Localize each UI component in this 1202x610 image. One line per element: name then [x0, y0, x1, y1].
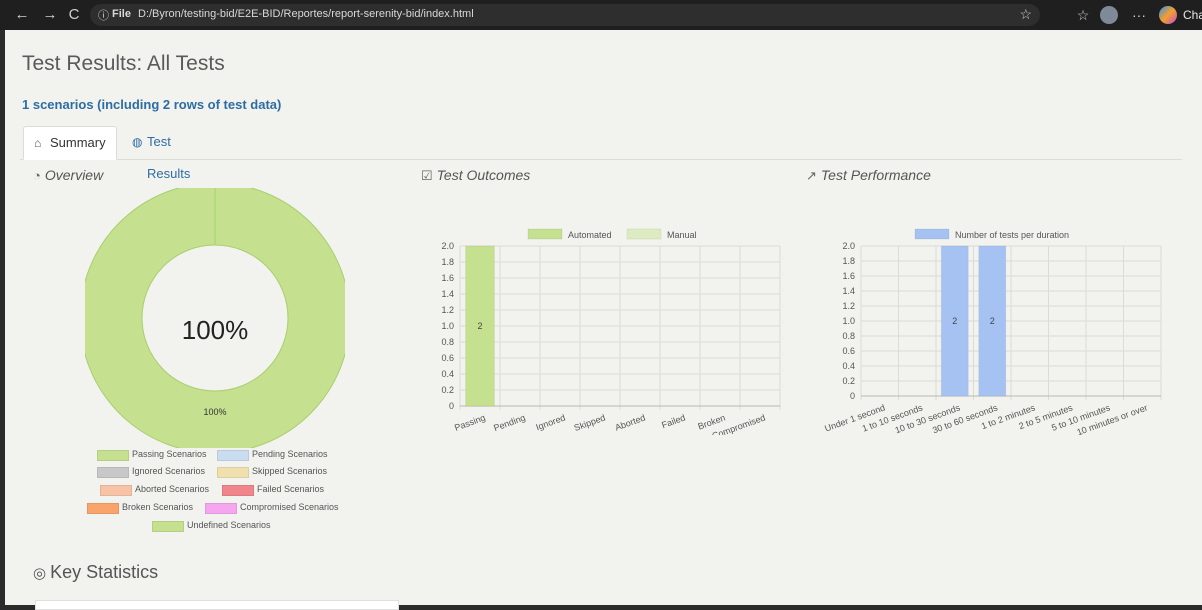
legend-ignored[interactable]: Ignored Scenarios	[132, 466, 205, 476]
legend-label-1[interactable]: Manual	[667, 230, 697, 240]
legend-swatch-pending	[217, 450, 249, 461]
scenario-summary: 1 scenarios (including 2 rows of test da…	[22, 97, 282, 112]
y-tick-label: 0.6	[842, 346, 855, 356]
legend-label-0[interactable]: Number of tests per duration	[955, 230, 1069, 240]
chat-label[interactable]: Chat	[1183, 8, 1202, 22]
page-title: Test Results: All Tests	[22, 52, 225, 75]
legend-swatch-0[interactable]	[527, 228, 563, 240]
checkbox-icon: ☑	[421, 168, 433, 183]
legend-undefined[interactable]: Undefined Scenarios	[187, 520, 271, 530]
report-page: Test Results: All Tests 1 scenarios (inc…	[5, 30, 1202, 610]
star-icon[interactable]: ☆	[1019, 6, 1032, 23]
address-url[interactable]: D:/Byron/testing-bid/E2E-BID/Reportes/re…	[138, 8, 474, 20]
y-tick-label: 0.4	[842, 361, 855, 371]
performance-heading-text: Test Performance	[820, 167, 931, 183]
y-tick-label: 0.8	[842, 331, 855, 341]
tab-summary-label: Summary	[50, 135, 106, 150]
y-tick-label: 2.0	[441, 241, 454, 251]
favorites-icon[interactable]: ☆	[1074, 6, 1092, 24]
legend-aborted[interactable]: Aborted Scenarios	[135, 484, 209, 494]
x-tick-label: Passing	[453, 412, 487, 432]
legend-skipped[interactable]: Skipped Scenarios	[252, 466, 327, 476]
x-tick-label: Skipped	[573, 412, 607, 433]
legend-swatch-compromised	[205, 503, 237, 514]
donut-slice-label: 100%	[203, 407, 226, 417]
key-statistics-heading: ◎ Key Statistics	[33, 562, 158, 583]
y-tick-label: 0.6	[441, 353, 454, 363]
y-tick-label: 1.2	[842, 301, 855, 311]
legend-swatch-ignored	[97, 467, 129, 478]
legend-label-0[interactable]: Automated	[568, 230, 612, 240]
legend-swatch-passing	[97, 450, 129, 461]
legend-swatch-0[interactable]	[914, 228, 950, 240]
y-tick-label: 1.6	[842, 271, 855, 281]
outcomes-heading: ☑ Test Outcomes	[421, 167, 530, 184]
key-statistics-heading-text: Key Statistics	[50, 562, 159, 582]
address-bar[interactable]: ⓘ File D:/Byron/testing-bid/E2E-BID/Repo…	[90, 4, 1040, 26]
back-icon[interactable]: ←	[12, 5, 32, 25]
x-tick-label: Aborted	[614, 412, 647, 432]
y-tick-label: 1.4	[441, 289, 454, 299]
line-chart-icon: ↗	[806, 168, 817, 183]
legend-swatch-failed	[222, 485, 254, 496]
info-icon[interactable]: ⓘ	[98, 7, 109, 23]
overview-donut-chart: 100% 100%	[85, 188, 345, 448]
performance-heading: ↗ Test Performance	[806, 167, 931, 184]
overview-heading: ◔ Overview	[33, 167, 103, 183]
bar-value-label: 2	[990, 316, 995, 326]
tab-test-results-label: Test Results	[147, 134, 191, 181]
browser-toolbar: ← → C ⓘ File D:/Byron/testing-bid/E2E-BI…	[0, 0, 1202, 30]
address-scheme: File	[112, 8, 131, 20]
test-outcomes-chart: Automated Manual 0 0.2 0.4 0.6 0.8 1.0 1.2 1.4 1.6…	[441, 228, 781, 435]
y-tick-label: 2.0	[842, 241, 855, 251]
y-tick-label: 0.2	[842, 376, 855, 386]
tab-summary[interactable]: ⌂ Summary	[23, 126, 117, 160]
profile-avatar[interactable]	[1100, 6, 1118, 24]
key-statistics-panel	[35, 600, 399, 610]
report-tabs: ⌂ Summary ◍ Test Results	[20, 126, 1182, 181]
y-tick-label: 1.2	[441, 305, 454, 315]
outcomes-heading-text: Test Outcomes	[436, 167, 531, 183]
reload-icon[interactable]: C	[64, 5, 84, 25]
y-tick-label: 1.8	[441, 257, 454, 267]
home-icon: ⌂	[34, 136, 42, 150]
gauge-icon: ◎	[33, 565, 47, 582]
legend-swatch-1[interactable]	[626, 228, 662, 240]
y-tick-label: 0	[850, 391, 855, 401]
y-tick-label: 0.4	[441, 369, 454, 379]
overview-heading-text: Overview	[44, 167, 104, 183]
y-tick-label: 1.6	[441, 273, 454, 283]
test-performance-chart: Number of tests per duration 0 0.2 0.4 0.6 0.…	[823, 228, 1162, 435]
more-icon[interactable]: ···	[1130, 6, 1148, 24]
legend-swatch-broken	[87, 503, 119, 514]
forward-icon[interactable]: →	[40, 5, 60, 25]
legend-pending[interactable]: Pending Scenarios	[252, 449, 328, 459]
donut-center-label: 100%	[182, 315, 249, 345]
x-tick-label: Ignored	[535, 412, 567, 432]
y-tick-label: 1.4	[842, 286, 855, 296]
legend-compromised[interactable]: Compromised Scenarios	[240, 502, 339, 512]
x-tick-label: Failed	[660, 412, 686, 430]
legend-failed[interactable]: Failed Scenarios	[257, 484, 324, 494]
bar-value-label: 2	[952, 316, 957, 326]
pie-chart-icon: ◔	[33, 168, 41, 183]
y-tick-label: 0.8	[441, 337, 454, 347]
bar-value-label: 2	[477, 321, 482, 331]
y-tick-label: 1.8	[842, 256, 855, 266]
legend-swatch-skipped	[217, 467, 249, 478]
globe-icon: ◍	[132, 135, 143, 149]
copilot-icon[interactable]	[1159, 6, 1177, 24]
y-tick-label: 1.0	[842, 316, 855, 326]
legend-passing[interactable]: Passing Scenarios	[132, 449, 207, 459]
y-tick-label: 1.0	[441, 321, 454, 331]
legend-swatch-undefined	[152, 521, 184, 532]
legend-swatch-aborted	[100, 485, 132, 496]
y-tick-label: 0.2	[441, 385, 454, 395]
y-tick-label: 0	[449, 401, 454, 411]
x-tick-label: Pending	[492, 412, 526, 433]
legend-broken[interactable]: Broken Scenarios	[122, 502, 193, 512]
